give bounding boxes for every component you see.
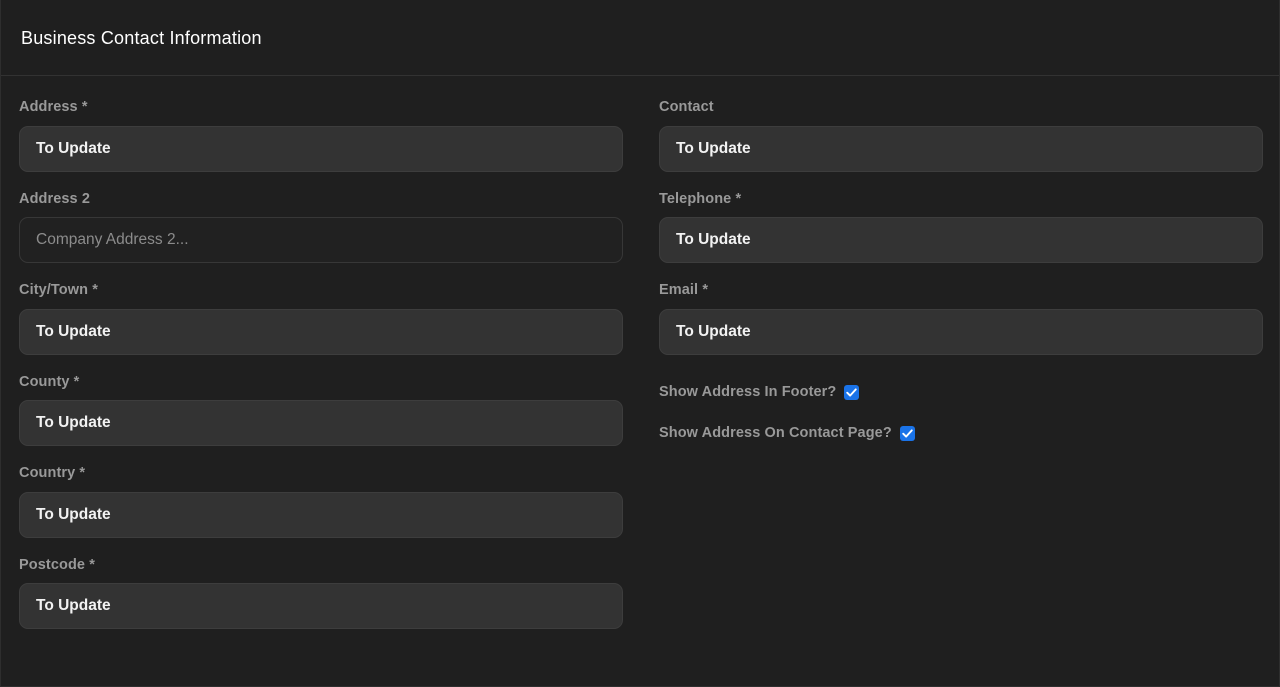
field-show-address-in-footer: Show Address In Footer? (659, 383, 1263, 403)
field-label-address-2: Address 2 (19, 190, 91, 207)
checkbox-label-show-address-in-footer: Show Address In Footer? (659, 384, 837, 401)
field-show-address-on-contact-page: Show Address On Contact Page? (659, 424, 1263, 444)
field-label-postcode: Postcode * (19, 556, 95, 573)
panel-body: Address * Address 2 City/Town * County *… (1, 76, 1279, 649)
city-town-input[interactable] (19, 308, 623, 355)
checkmark-icon (846, 388, 858, 397)
field-city-town: City/Town * (19, 283, 623, 355)
right-column: Contact Telephone * Email * Show Address… (659, 100, 1263, 649)
field-label-country: Country * (19, 465, 86, 481)
field-country: Country * (19, 466, 623, 538)
telephone-input[interactable] (659, 217, 1263, 263)
field-label-address: Address * (19, 99, 88, 115)
field-label-contact: Contact (659, 99, 714, 115)
field-contact: Contact (659, 100, 1263, 172)
show-address-in-footer-checkbox[interactable] (844, 385, 860, 400)
county-input[interactable] (19, 400, 623, 446)
field-address: Address * (19, 100, 623, 172)
field-postcode: Postcode * (19, 556, 623, 629)
field-telephone: Telephone * (659, 190, 1263, 263)
field-address-2: Address 2 (19, 190, 623, 263)
field-label-telephone: Telephone * (659, 190, 742, 207)
page-title: Business Contact Information (21, 27, 262, 48)
email-input[interactable] (659, 308, 1263, 355)
address-input[interactable] (19, 125, 623, 172)
postcode-input[interactable] (19, 583, 623, 629)
field-label-email: Email * (659, 282, 709, 298)
checkbox-label-show-address-on-contact-page: Show Address On Contact Page? (659, 425, 892, 442)
panel-header: Business Contact Information (1, 0, 1279, 76)
show-address-on-contact-page-checkbox[interactable] (899, 426, 915, 441)
country-input[interactable] (19, 491, 623, 538)
field-email: Email * (659, 283, 1263, 355)
field-label-city-town: City/Town * (19, 282, 98, 298)
business-contact-information-panel: Business Contact Information Address * A… (0, 0, 1280, 687)
checkmark-icon (902, 429, 913, 438)
left-column: Address * Address 2 City/Town * County *… (19, 100, 623, 649)
address-2-input[interactable] (19, 217, 623, 263)
field-label-county: County * (19, 373, 80, 390)
field-county: County * (19, 373, 623, 446)
contact-input[interactable] (659, 125, 1263, 172)
